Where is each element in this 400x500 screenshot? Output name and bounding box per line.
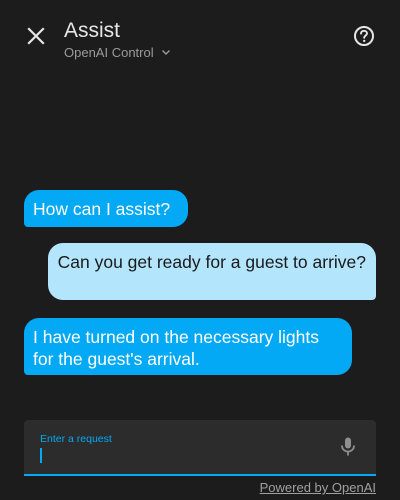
microphone-icon bbox=[341, 437, 355, 456]
agent-message: I have turned on the necessary lights fo… bbox=[24, 318, 352, 375]
close-icon bbox=[27, 27, 45, 45]
pipeline-selector[interactable]: OpenAI Control bbox=[64, 43, 172, 61]
close-button[interactable] bbox=[22, 22, 50, 50]
chevron-down-icon bbox=[160, 46, 172, 58]
user-message: Can you get ready for a guest to arrive? bbox=[48, 243, 376, 300]
help-circle-icon bbox=[354, 26, 374, 46]
agent-message: How can I assist? bbox=[24, 190, 188, 227]
request-input[interactable] bbox=[40, 446, 320, 466]
request-field[interactable]: Enter a request bbox=[24, 420, 376, 476]
text-cursor bbox=[40, 448, 42, 463]
request-label: Enter a request bbox=[40, 433, 112, 445]
powered-by-link[interactable]: Powered by OpenAI bbox=[260, 480, 376, 495]
help-button[interactable] bbox=[351, 23, 377, 49]
pipeline-label: OpenAI Control bbox=[64, 44, 154, 60]
assist-dialog: Assist OpenAI Control How can I assist? … bbox=[0, 0, 400, 500]
dialog-header: Assist OpenAI Control bbox=[0, 0, 400, 72]
dialog-title: Assist bbox=[64, 19, 121, 42]
microphone-button[interactable] bbox=[336, 435, 360, 459]
